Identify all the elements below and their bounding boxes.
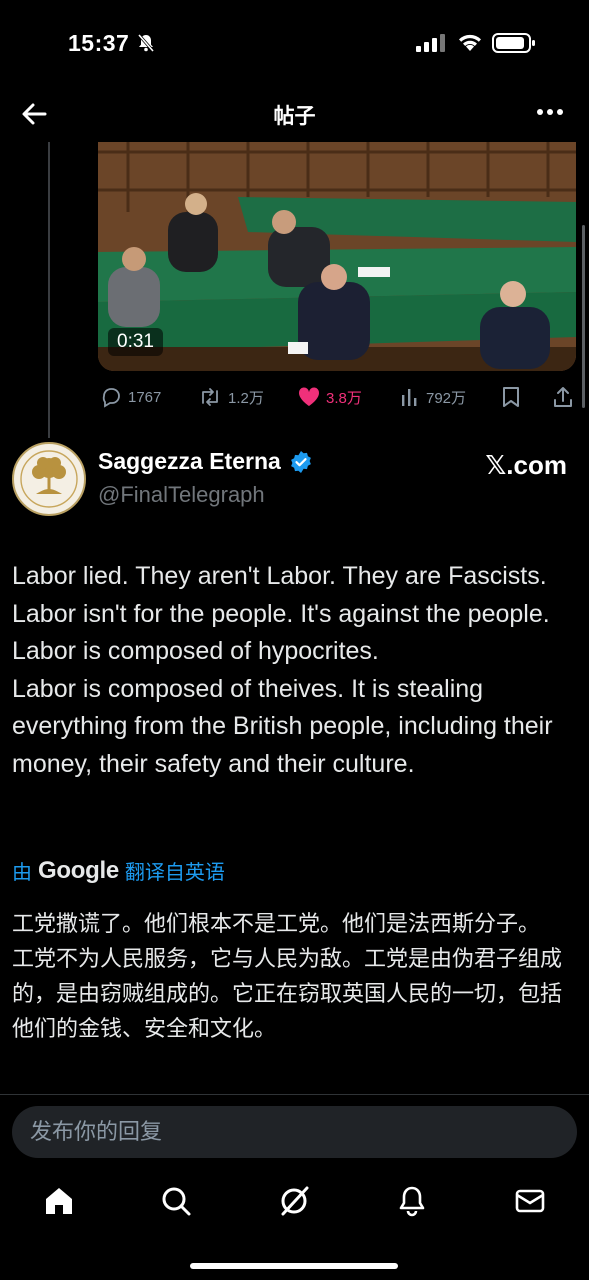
video-duration: 0:31 (108, 328, 163, 356)
translated-paragraph: 工党不为人民服务，它与人民为敌。工党是由伪君子组成的，是由窃贼组成的。它正在窃取… (12, 946, 563, 1041)
more-options-icon[interactable] (537, 108, 563, 116)
tree-of-life-logo (20, 450, 78, 508)
scrollbar[interactable] (582, 225, 585, 408)
avatar[interactable] (12, 442, 86, 516)
bell-muted-icon (137, 34, 155, 52)
bottom-nav (0, 1170, 589, 1232)
search-icon[interactable] (159, 1184, 193, 1218)
share-action[interactable] (552, 384, 574, 410)
post-text: Labor lied. They aren't Labor. They are … (12, 558, 577, 783)
notifications-icon[interactable] (395, 1184, 429, 1218)
translation-prefix: 由 (12, 862, 32, 884)
thread-connector (48, 142, 50, 438)
translated-paragraph: 工党撒谎了。他们根本不是工党。他们是法西斯分子。 (12, 911, 541, 936)
page-title: 帖子 (273, 105, 316, 128)
post-actions: 1767 1.2万 3.8万 792万 (98, 384, 578, 410)
views-chart-icon (402, 389, 417, 406)
status-bar: 15:37 (0, 0, 589, 88)
post-paragraph: Labor is composed of theives. It is stea… (12, 674, 553, 778)
reply-icon (102, 388, 120, 408)
translated-text: 工党撒谎了。他们根本不是工党。他们是法西斯分子。 工党不为人民服务，它与人民为敌… (12, 906, 577, 1046)
author-name-row[interactable]: Saggezza Eterna (98, 448, 313, 475)
repost-icon (202, 388, 218, 406)
post-paragraph: Labor isn't for the people. It's against… (12, 599, 550, 666)
views-action[interactable]: 792万 (400, 384, 466, 410)
battery-icon (492, 33, 535, 53)
user-handle[interactable]: @FinalTelegraph (98, 482, 265, 508)
source-label: 𝕏.com (485, 450, 567, 480)
display-name[interactable]: Saggezza Eterna (98, 448, 281, 475)
heart-icon (298, 387, 320, 406)
home-indicator (190, 1263, 398, 1269)
repost-action[interactable]: 1.2万 (198, 384, 264, 410)
translation-attribution[interactable]: 由 Google 翻译自英语 (12, 856, 225, 885)
repost-count: 1.2万 (228, 389, 264, 407)
like-count: 3.8万 (326, 389, 362, 407)
bookmark-action[interactable] (502, 384, 520, 410)
verified-badge-icon (290, 450, 311, 473)
cellular-signal-icon (416, 34, 445, 52)
bookmark-icon (503, 387, 519, 407)
translation-suffix: 翻译自英语 (124, 862, 225, 884)
wifi-icon (459, 34, 481, 51)
status-time: 15:37 (68, 30, 130, 56)
video-player[interactable] (98, 142, 576, 371)
post-paragraph: Labor lied. They aren't Labor. They are … (12, 562, 547, 590)
reply-count: 1767 (128, 388, 162, 406)
view-count: 792万 (426, 389, 467, 407)
share-icon (554, 387, 572, 407)
divider (0, 1094, 589, 1095)
messages-icon[interactable] (513, 1184, 547, 1218)
reply-input[interactable]: 发布你的回复 (12, 1106, 577, 1158)
reply-action[interactable]: 1767 (100, 384, 161, 410)
top-bar: 帖子 (0, 88, 589, 140)
grok-icon[interactable] (277, 1184, 311, 1218)
like-action[interactable]: 3.8万 (298, 384, 362, 410)
home-icon[interactable] (42, 1184, 76, 1218)
google-logo: Google (38, 856, 119, 884)
